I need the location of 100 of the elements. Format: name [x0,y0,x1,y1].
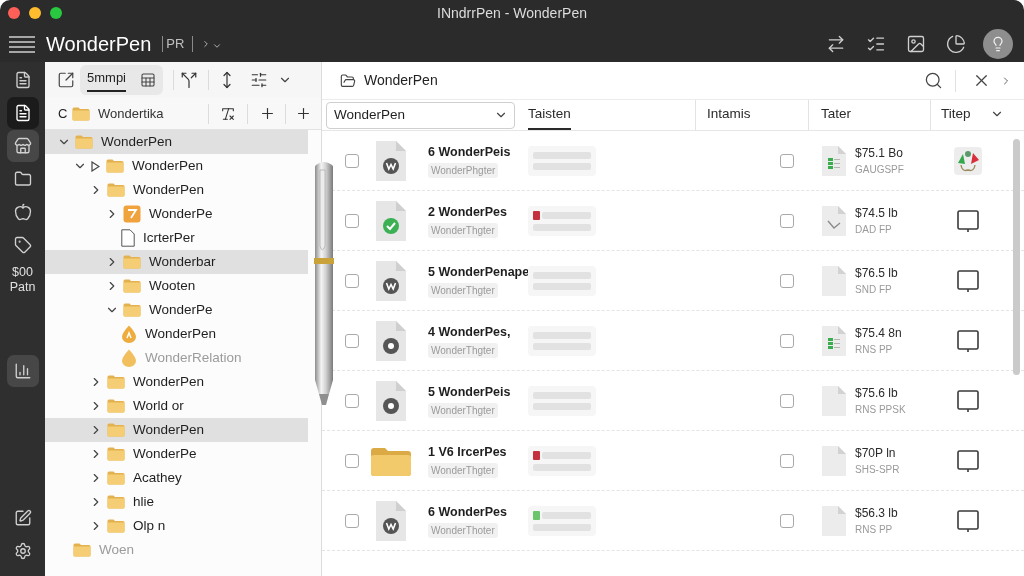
sheet-button[interactable] [133,65,163,95]
file-title: 4 WonderPes, [428,323,511,341]
drive-label: C [58,104,68,123]
document-icon [13,104,32,122]
folder-icon [107,399,125,413]
file-subtitle: WonderThgter [428,463,498,479]
column-header[interactable]: Taisten [528,100,571,130]
sliders-icon[interactable] [250,71,268,89]
checkbox[interactable] [345,333,359,348]
rail-label: $00 Patn [8,265,37,295]
scrollbar-thumb[interactable] [1013,139,1020,375]
folder-icon [123,279,141,293]
nav-button[interactable] [6,97,39,129]
folder-name: Wondertika [98,104,165,123]
drop-icon [121,349,137,367]
clear-format-icon[interactable] [220,105,236,122]
code-text: RNS PP [855,523,894,537]
settings-icon[interactable] [13,542,32,560]
edit-icon[interactable] [13,509,32,527]
swap-arrows-icon[interactable] [826,34,846,54]
folder-icon [107,183,125,197]
file-icon [121,229,135,247]
checkbox[interactable] [780,213,794,228]
column-header[interactable]: Intamis [707,100,751,130]
folder-icon [75,135,93,149]
sidebar-tab[interactable]: 5mmpi [80,65,133,95]
triangle-icon [91,160,100,172]
comment-icon[interactable] [956,388,980,413]
checkbox[interactable] [345,273,359,288]
content-title: WonderPen [364,71,438,90]
checkbox[interactable] [345,513,359,528]
file-icon [822,505,846,536]
tag-icon [13,236,32,254]
note-icon [123,205,141,223]
add-icon[interactable] [259,105,276,122]
menu-icon[interactable] [8,35,36,53]
file-subtitle: WonderThgter [428,223,498,239]
folder-icon [107,423,125,437]
checkbox[interactable] [780,333,794,348]
nav-button[interactable] [6,130,39,162]
checkbox[interactable] [780,513,794,528]
folder-icon [340,72,356,89]
comment-icon[interactable] [956,208,980,233]
folder-select[interactable]: WonderPen [326,101,515,129]
checkbox[interactable] [345,453,359,468]
comment-icon[interactable] [956,268,980,293]
comment-icon[interactable] [956,448,980,473]
split-icon[interactable] [180,71,198,89]
price-text: $75.1 Bo [855,145,905,162]
close-window-icon[interactable] [8,7,20,19]
checkbox[interactable] [780,273,794,288]
folder-icon [107,447,125,461]
checkbox[interactable] [345,213,359,228]
tree-item[interactable]: WonderPen [45,130,308,154]
chart-icon [13,362,32,380]
file-title: 6 WonderPeis [428,143,511,161]
checkbox[interactable] [345,153,359,168]
square-arrow-icon[interactable] [57,71,75,89]
file-subtitle: WonderThgter [428,343,498,359]
file-title: 1 V6 IrcerPes [428,443,507,461]
file-title: 2 WonderPes [428,203,507,221]
price-text: $74.5 lb [855,205,899,222]
store-icon [13,137,32,155]
checkbox[interactable] [780,453,794,468]
comment-icon[interactable] [956,328,980,353]
pie-chart-icon[interactable] [946,34,966,54]
checklist-icon[interactable] [866,34,886,54]
nav-button[interactable] [6,355,39,387]
check-file-icon [822,205,846,236]
zoom-window-icon[interactable] [50,7,62,19]
file-subtitle: WonderThoter [428,523,498,539]
checkbox[interactable] [780,393,794,408]
checkbox[interactable] [780,153,794,168]
code-text: RNS PP [855,343,894,357]
image-icon[interactable] [906,34,926,54]
column-header[interactable]: Tater [821,100,851,130]
minimize-window-icon[interactable] [29,7,41,19]
file-title: 5 WonderPeis [428,383,511,401]
code-text: SND FP [855,283,893,297]
add-icon[interactable] [295,105,312,122]
checkbox[interactable] [345,393,359,408]
drop-icon [121,325,137,343]
folder-icon [73,543,91,557]
file-title: 6 WonderPes [428,503,507,521]
column-header[interactable]: Titep [941,100,1010,130]
folder-icon [13,170,32,188]
file-title: 5 WonderPenape [428,263,530,281]
app-name: WonderPen [46,32,152,57]
file-icon [822,265,846,296]
recycle-icon[interactable] [954,146,982,175]
folder-icon [107,519,125,533]
comment-icon[interactable] [956,508,980,533]
file-icon [822,385,846,416]
tree-item[interactable]: WonderPen [45,418,308,442]
code-text: SHS-SPR [855,463,901,477]
file-subtitle: WonderPhgter [428,163,499,179]
project-label: PR [166,35,185,54]
tree-item[interactable]: Wonderbar [45,250,308,274]
search-icon[interactable] [924,71,943,90]
avatar-icon[interactable] [983,29,1013,59]
